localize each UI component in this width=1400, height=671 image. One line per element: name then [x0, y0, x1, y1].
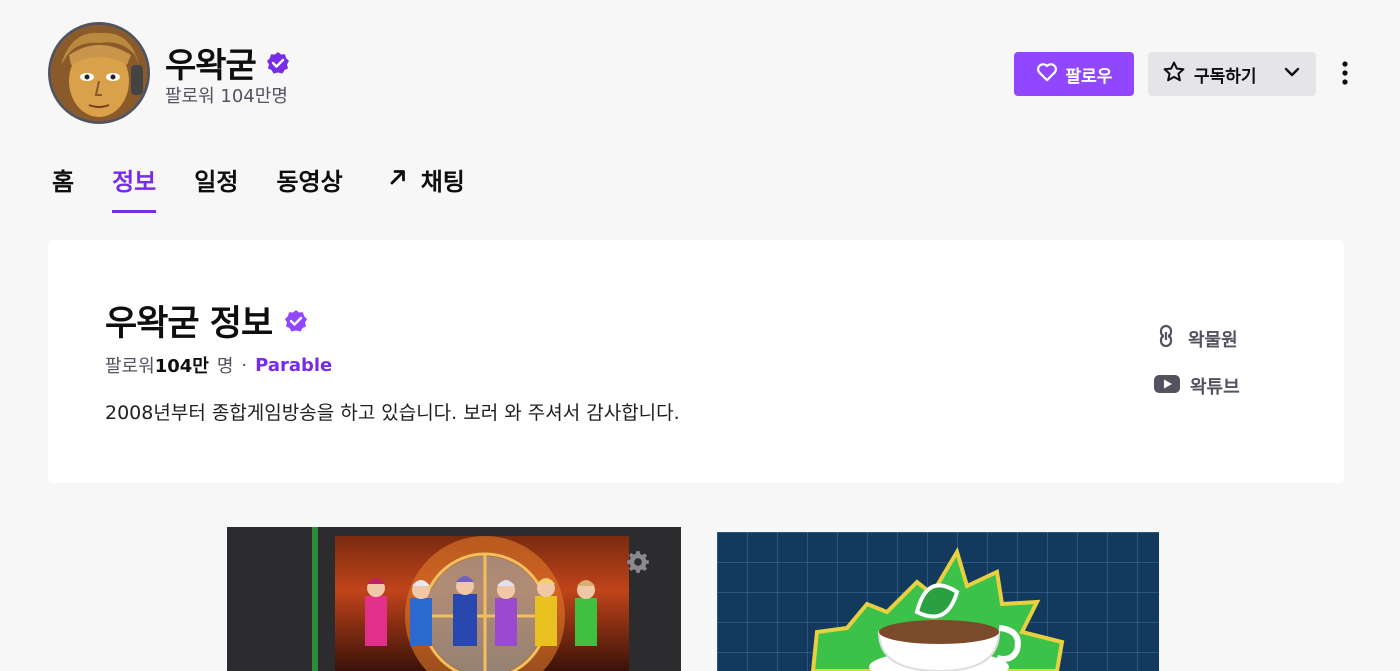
followers-count: 104만 [154, 356, 209, 377]
social-link-wakmulwon[interactable]: 왁물원 [1154, 324, 1240, 353]
tab-schedule-label: 일정 [194, 168, 239, 196]
channel-description: 2008년부터 종합게임방송을 하고 있습니다. 보러 와 주셔서 감사합니다. [105, 402, 680, 424]
channel-header: 우왁굳 팔로워 104만명 팔로우 구독하기 [48, 22, 1360, 126]
tab-about-label: 정보 [112, 168, 157, 196]
channel-tabs: 홈 정보 일정 동영상 채팅 [52, 162, 465, 213]
tab-about[interactable]: 정보 [112, 162, 157, 213]
about-title: 우왁굳 정보 [105, 304, 273, 344]
star-icon [1162, 60, 1186, 89]
gear-icon[interactable] [625, 549, 651, 579]
verified-badge-icon [284, 309, 308, 333]
followers-suffix: 명 [216, 356, 234, 377]
tab-home-label: 홈 [52, 168, 75, 196]
tab-videos-label: 동영상 [276, 168, 343, 196]
subscribe-button[interactable]: 구독하기 [1148, 52, 1316, 96]
youtube-icon [1154, 374, 1180, 399]
tab-videos[interactable]: 동영상 [276, 162, 342, 213]
follow-button[interactable]: 팔로우 [1014, 52, 1134, 96]
heart-icon [1036, 62, 1058, 87]
subscribe-button-label: 구독하기 [1194, 66, 1257, 86]
channel-panel-image[interactable] [227, 527, 681, 671]
channel-panel-image[interactable] [717, 532, 1159, 671]
follower-count: 팔로워 104만명 [165, 86, 288, 107]
channel-name: 우왁굳 [165, 46, 257, 86]
social-links: 왁물원 왁튜브 [1154, 324, 1240, 399]
more-options-button[interactable] [1330, 54, 1360, 94]
panel-artwork [810, 547, 1065, 671]
followers-prefix: 팔로워 [105, 356, 155, 377]
link-icon [1154, 324, 1178, 353]
channel-avatar[interactable] [48, 22, 150, 124]
meta-separator: · [241, 354, 248, 376]
about-meta: 팔로워 104만 명 · Parable [105, 352, 332, 378]
tab-home[interactable]: 홈 [52, 162, 74, 213]
social-link-label: 왁튜브 [1190, 377, 1240, 398]
tab-chat[interactable]: 채팅 [387, 162, 465, 213]
chevron-down-icon [1282, 62, 1302, 87]
verified-badge-icon [266, 51, 290, 75]
panel-artwork [335, 536, 629, 671]
panel-stripe [312, 527, 318, 671]
external-arrow-icon [387, 166, 409, 194]
about-panel: 우왁굳 정보 팔로워 104만 명 · Parable 2008년부터 종합게임… [48, 240, 1344, 483]
follow-button-label: 팔로우 [1065, 66, 1113, 86]
tab-schedule[interactable]: 일정 [194, 162, 238, 213]
tab-chat-label: 채팅 [420, 168, 465, 196]
team-link[interactable]: Parable [255, 355, 332, 376]
vertical-dots-icon [1341, 60, 1349, 89]
social-link-label: 왁물원 [1188, 329, 1238, 351]
social-link-waktube[interactable]: 왁튜브 [1154, 373, 1240, 399]
